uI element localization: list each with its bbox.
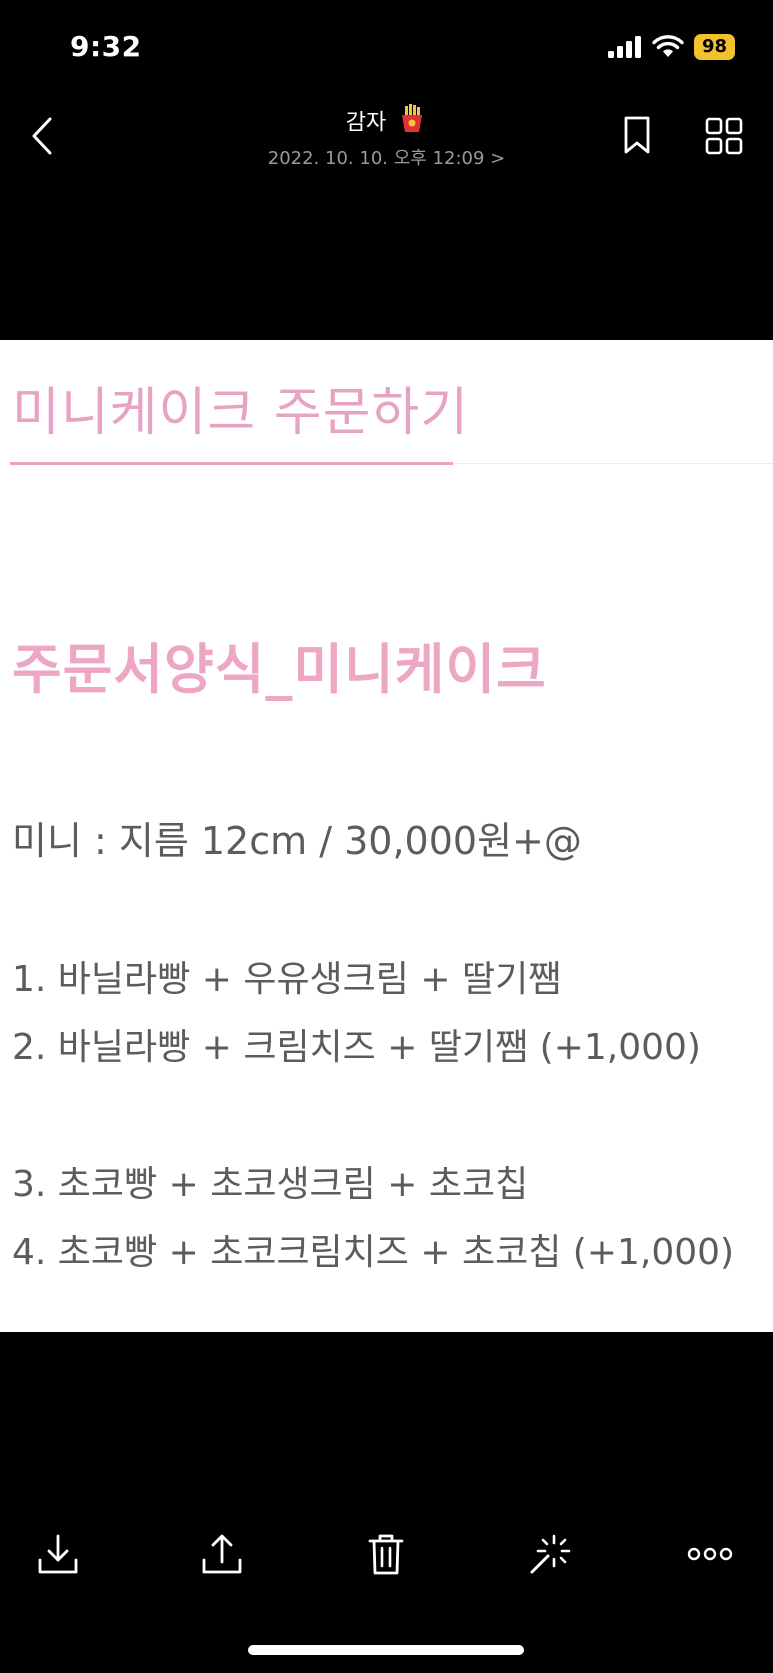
trash-icon [368, 1534, 404, 1575]
divider [453, 463, 773, 464]
photo-viewer-image[interactable]: 미니케이크 주문하기 주문서양식_미니케이크 미니 : 지름 12cm / 30… [0, 340, 773, 1332]
page-heading: 미니케이크 주문하기 [12, 383, 470, 443]
bookmark-icon [624, 116, 650, 154]
cake-option: 1. 바닐라빵 + 우유생크림 + 딸기쨈 [12, 959, 562, 1000]
album-title: 감자 [0, 104, 773, 143]
nav-title-group[interactable]: 감자 2022. 10. 10. 오후 12:09 > [0, 104, 773, 171]
status-bar: 9:32 98 [0, 0, 773, 96]
magic-wand-icon [530, 1534, 571, 1574]
download-button[interactable] [34, 1530, 82, 1578]
cake-option: 2. 바닐라빵 + 크림치즈 + 딸기쨈 (+1,000) [12, 1027, 701, 1068]
nav-bar: 감자 2022. 10. 10. 오후 12:09 > [0, 96, 773, 180]
grid-view-button[interactable] [704, 116, 744, 156]
home-indicator[interactable] [248, 1645, 524, 1655]
auto-edit-button[interactable] [526, 1530, 574, 1578]
grid-icon [705, 117, 743, 155]
status-indicators: 98 [607, 34, 735, 60]
cake-option: 4. 초코빵 + 초코크림치즈 + 초코칩 (+1,000) [12, 1232, 735, 1273]
wifi-icon [652, 35, 684, 57]
cellular-signal-icon [607, 36, 641, 58]
bookmark-button[interactable] [620, 114, 654, 156]
more-button[interactable] [686, 1530, 734, 1578]
cake-option: 3. 초코빵 + 초코생크림 + 초코칩 [12, 1164, 529, 1205]
size-price-line: 미니 : 지름 12cm / 30,000원+@ [12, 819, 582, 863]
heading-underline [10, 462, 453, 465]
share-button[interactable] [198, 1530, 246, 1578]
battery-badge: 98 [693, 34, 735, 60]
delete-button[interactable] [362, 1530, 410, 1578]
photo-date: 2022. 10. 10. 오후 12:09 > [267, 148, 506, 169]
status-time: 9:32 [70, 30, 142, 63]
form-title: 주문서양식_미니케이크 [12, 638, 547, 701]
french-fries-icon [397, 104, 427, 143]
bottom-toolbar [0, 1530, 773, 1586]
more-icon [687, 1547, 733, 1561]
album-title-text: 감자 [345, 110, 387, 136]
share-icon [202, 1534, 242, 1574]
download-icon [38, 1534, 78, 1574]
